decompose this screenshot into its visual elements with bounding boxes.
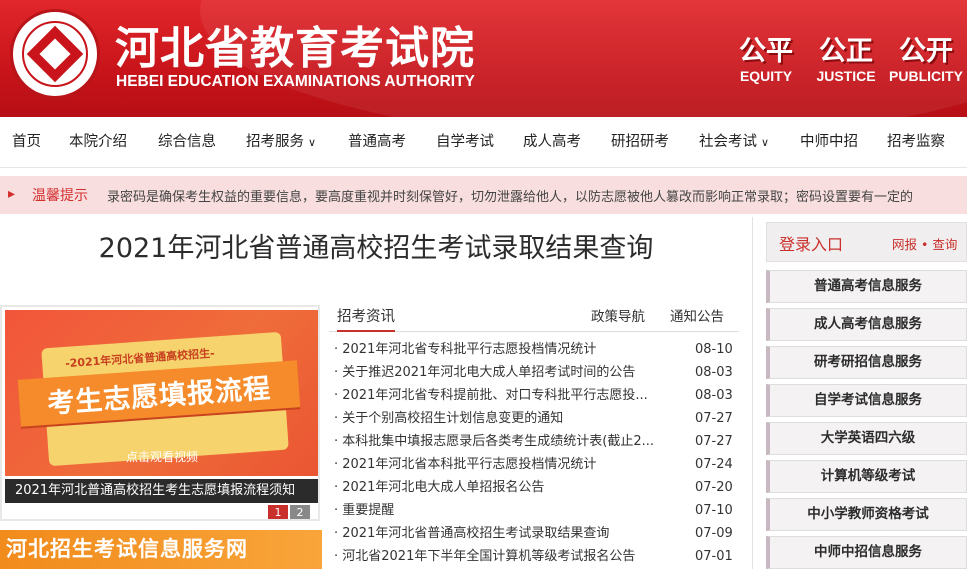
chevron-down-icon: ∨ [308,136,317,149]
banner-page-2[interactable]: 2 [290,505,310,519]
tab-admission-news[interactable]: 招考资讯 [337,305,395,332]
service-teacher-cert[interactable]: 中小学教师资格考试 [766,498,967,531]
nav-label: 本院介绍 [69,134,127,150]
motto-justice: 公正 JUSTICE [806,36,886,84]
news-title[interactable]: · 2021年河北电大成人单招报名公告 [334,476,664,499]
nav-item-supervision[interactable]: 招考监察 [887,117,945,168]
nav-item-adult-exam[interactable]: 成人高考 [523,117,581,168]
site-subtitle: HEBEI EDUCATION EXAMINATIONS AUTHORITY [116,73,475,90]
news-item[interactable]: · 2021年河北省专科提前批、对口专科批平行志愿投... 08-03 [329,384,739,407]
chevron-down-icon: ∨ [761,136,770,149]
news-title[interactable]: · 本科批集中填报志愿录后各类考生成绩统计表(截止2... [334,430,664,453]
news-item[interactable]: · 2021年河北省本科批平行志愿投档情况统计 07-24 [329,453,739,476]
nav-item-social-exam[interactable]: 社会考试 ∨ [699,117,769,168]
news-item[interactable]: · 2021年河北省专科批平行志愿投档情况统计 08-10 [329,338,739,361]
logo[interactable] [10,9,100,99]
news-title[interactable]: · 2021年河北省本科批平行志愿投档情况统计 [334,453,664,476]
motto-en: PUBLICITY [889,68,963,84]
service-computer-rank[interactable]: 计算机等级考试 [766,460,967,493]
news-title[interactable]: · 2021年河北省专科提前批、对口专科批平行志愿投... [334,384,664,407]
nav-label: 研招研考 [611,134,669,150]
nav-item-about[interactable]: 本院介绍 [69,117,127,168]
nav-label: 首页 [12,134,41,150]
news-title[interactable]: · 2021年河北省普通高校招生考试录取结果查询 [334,522,664,545]
news-title[interactable]: · 关于个别高校招生计划信息变更的通知 [334,407,664,430]
motto-equity: 公平 EQUITY [726,36,806,84]
login-links[interactable]: 网报 • 查询 [892,234,957,253]
news-tabs: 招考资讯 政策导航 通知公告 [329,305,739,332]
news-date: 07-10 [695,503,733,518]
news-title[interactable]: · 重要提醒 [334,499,664,522]
nav-item-self-study[interactable]: 自学考试 [436,117,494,168]
news-date: 08-10 [695,342,733,357]
news-date: 07-01 [695,549,733,564]
news-item[interactable]: · 关于推迟2021年河北电大成人单招考试时间的公告 08-03 [329,361,739,384]
banner-image[interactable]: -2021年河北省普通高校招生- 考生志愿填报流程 点击观看视频 [5,310,318,476]
tab-policy[interactable]: 政策导航 [591,305,645,332]
service-zhongshi[interactable]: 中师中招信息服务 [766,536,967,569]
motto-cn: 公开 [899,36,953,67]
nav-label: 中师中招 [800,134,858,150]
motto-en: EQUITY [739,68,793,84]
nav-label: 综合信息 [158,134,216,150]
banner-page-1[interactable]: 1 [268,505,288,519]
site-title: 河北省教育考试院 [115,23,475,74]
motto-en: JUSTICE [816,68,876,84]
notice-bar: ▸ 温馨提示 录密码是确保考生权益的重要信息，要高度重视并时刻保管好，切勿泄露给… [0,176,967,214]
motto-cn: 公平 [739,36,793,67]
motto-cn: 公正 [819,36,873,67]
news-date: 07-27 [695,411,733,426]
news-title[interactable]: · 关于推迟2021年河北电大成人单招考试时间的公告 [334,361,664,384]
banner-cta[interactable]: 点击观看视频 [5,448,318,465]
nav-label: 自学考试 [436,134,494,150]
motto-publicity: 公开 PUBLICITY [886,36,966,84]
nav-item-general-info[interactable]: 综合信息 [158,117,216,168]
news-date: 08-03 [695,365,733,380]
news-item[interactable]: · 关于个别高校招生计划信息变更的通知 07-27 [329,407,739,430]
nav-item-graduate[interactable]: 研招研考 [611,117,669,168]
column-divider [752,217,753,569]
nav-item-zhongshi[interactable]: 中师中招 [800,117,858,168]
main-nav: 首页 本院介绍 综合信息 招考服务 ∨ 普通高考 自学考试 成人高考 研招研考 社… [0,117,967,168]
news-date: 08-03 [695,388,733,403]
video-banner[interactable]: -2021年河北省普通高校招生- 考生志愿填报流程 点击观看视频 2021年河北… [0,305,320,521]
nav-item-admission-services[interactable]: 招考服务 ∨ [246,117,316,168]
tab-notices[interactable]: 通知公告 [670,305,724,332]
info-service-banner[interactable]: 河北招生考试信息服务网 [0,530,322,569]
service-gaokao[interactable]: 普通高考信息服务 [766,270,967,303]
service-graduate[interactable]: 研考研招信息服务 [766,346,967,379]
news-item[interactable]: · 重要提醒 07-10 [329,499,739,522]
news-date: 07-24 [695,457,733,472]
page-title[interactable]: 2021年河北省普通高校招生考试录取结果查询 [0,226,752,265]
site-header: 河北省教育考试院 HEBEI EDUCATION EXAMINATIONS AU… [0,0,967,117]
news-title[interactable]: · 2021年河北省专科批平行志愿投档情况统计 [334,338,664,361]
nav-label: 社会考试 [699,134,757,150]
news-title[interactable]: · 河北省2021年下半年全国计算机等级考试报名公告 [334,545,664,568]
nav-label: 成人高考 [523,134,581,150]
nav-item-home[interactable]: 首页 [12,117,41,168]
news-item[interactable]: · 2021年河北电大成人单招报名公告 07-20 [329,476,739,499]
news-list: · 2021年河北省专科批平行志愿投档情况统计 08-10 · 关于推迟2021年… [329,338,739,568]
news-date: 07-20 [695,480,733,495]
nav-label: 招考监察 [887,134,945,150]
banner-caption[interactable]: 2021年河北普通高校招生考生志愿填报流程须知 [5,479,318,503]
login-title[interactable]: 登录入口 [779,231,843,255]
service-cet[interactable]: 大学英语四六级 [766,422,967,455]
nav-label: 普通高考 [348,134,406,150]
news-date: 07-09 [695,526,733,541]
news-item[interactable]: · 本科批集中填报志愿录后各类考生成绩统计表(截止2... 07-27 [329,430,739,453]
service-adult-exam[interactable]: 成人高考信息服务 [766,308,967,341]
login-entry[interactable]: 登录入口 网报 • 查询 [766,222,967,262]
news-item[interactable]: · 2021年河北省普通高校招生考试录取结果查询 07-09 [329,522,739,545]
nav-item-gaokao[interactable]: 普通高考 [348,117,406,168]
notice-text[interactable]: 录密码是确保考生权益的重要信息，要高度重视并时刻保管好，切勿泄露给他人，以防志愿… [107,186,913,205]
service-self-study[interactable]: 自学考试信息服务 [766,384,967,417]
speaker-icon: ▸ [8,186,16,202]
news-date: 07-27 [695,434,733,449]
notice-label: 温馨提示 [32,188,88,204]
news-item[interactable]: · 河北省2021年下半年全国计算机等级考试报名公告 07-01 [329,545,739,568]
nav-label: 招考服务 [246,134,304,150]
news-panel: 招考资讯 政策导航 通知公告 · 2021年河北省专科批平行志愿投档情况统计 08… [329,305,739,569]
